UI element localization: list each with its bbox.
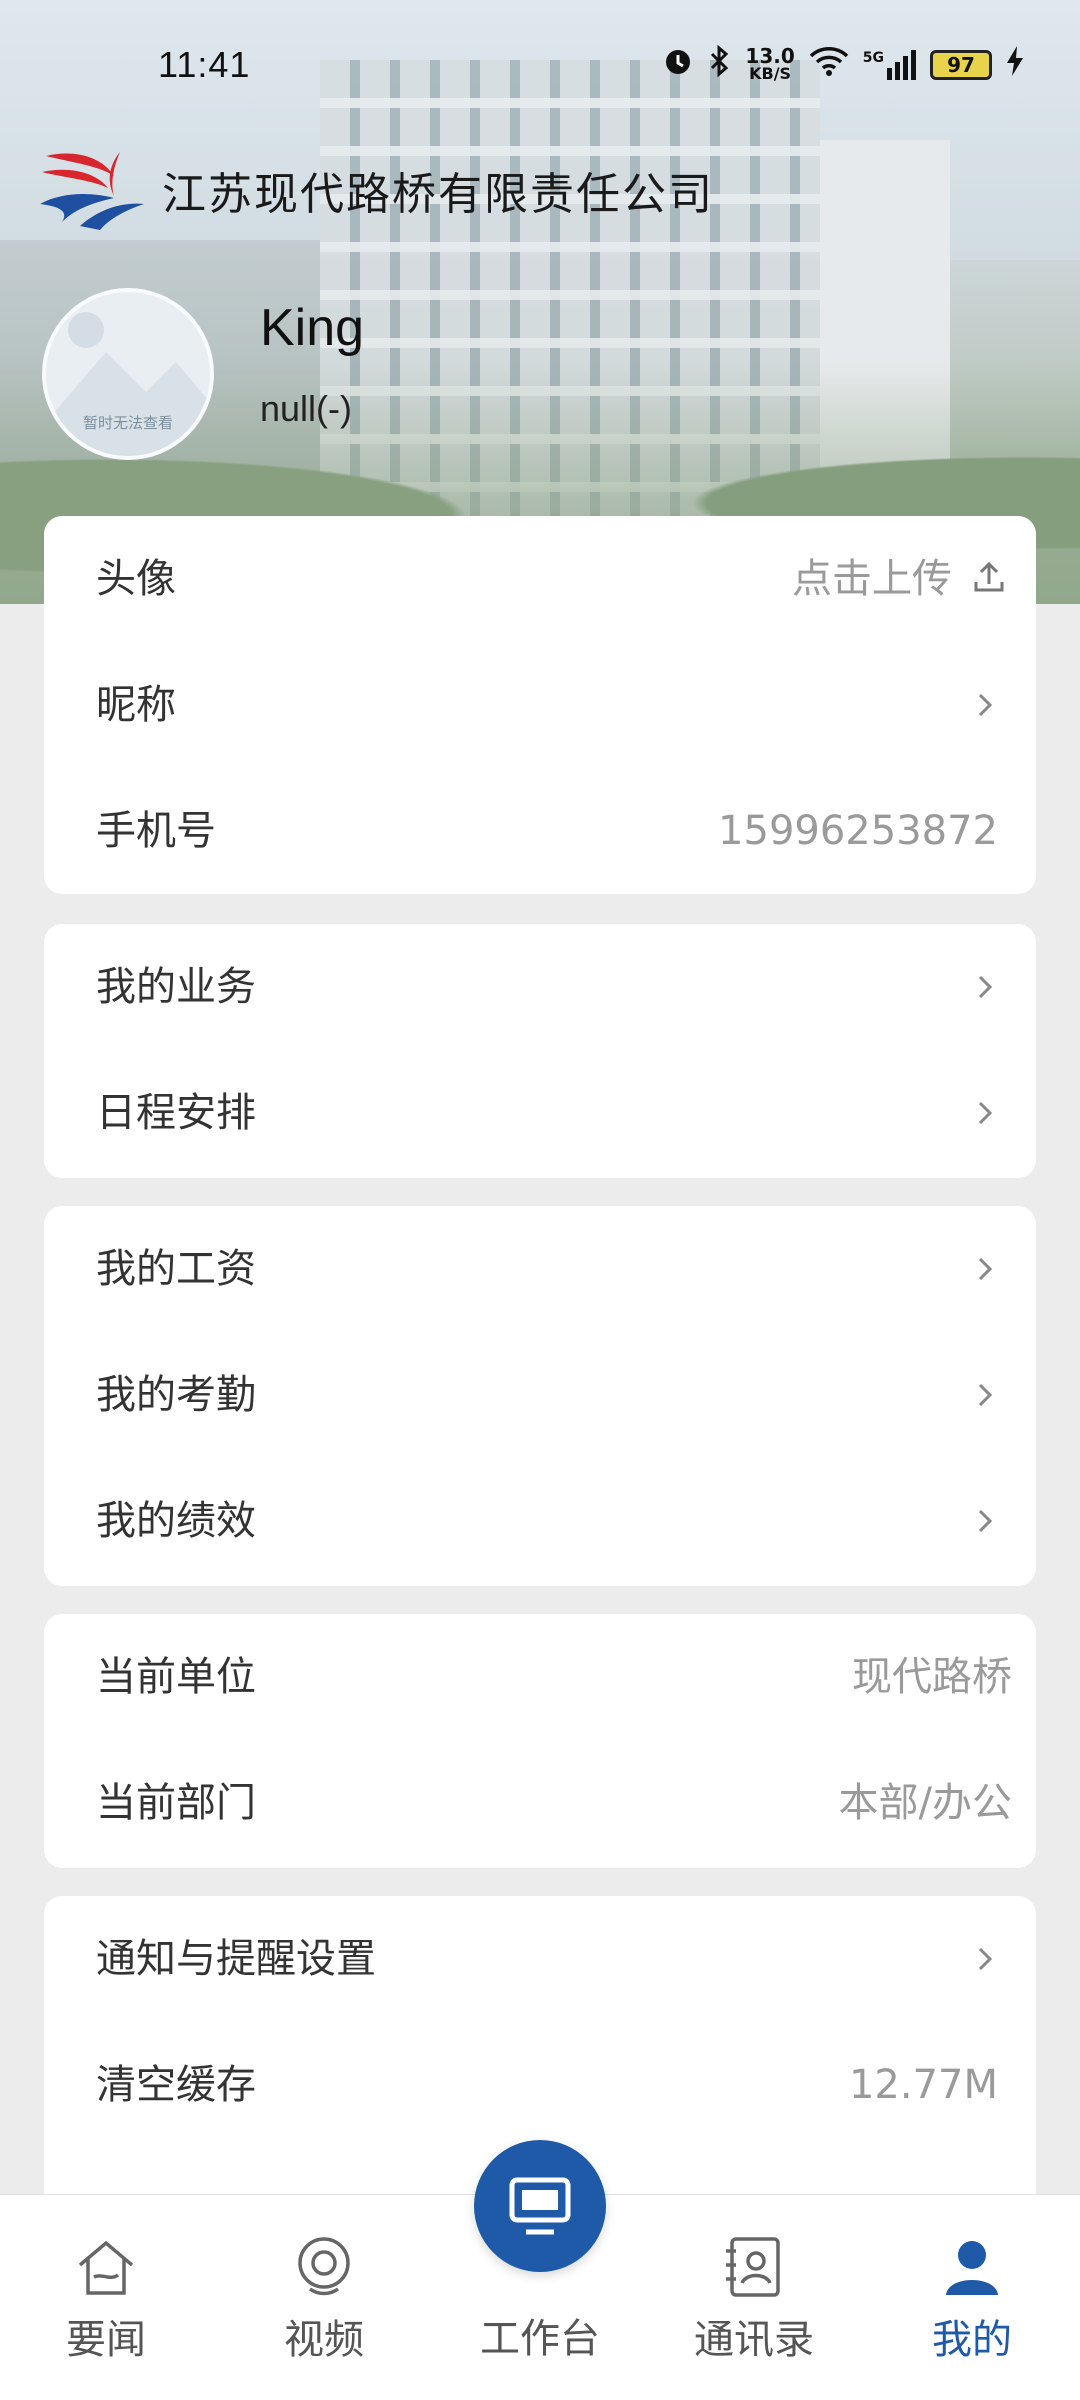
home-icon bbox=[78, 2240, 134, 2295]
avatar[interactable]: 暂时无法查看 bbox=[42, 288, 214, 460]
avatar-placeholder-icon bbox=[46, 312, 210, 456]
attendance-row[interactable]: 我的考勤 bbox=[44, 1332, 1036, 1458]
network-speed: 13.0 KB/S bbox=[745, 43, 795, 83]
row-label: 我的绩效 bbox=[96, 1498, 256, 1544]
company-name: 江苏现代路桥有限责任公司 bbox=[162, 169, 714, 220]
tab-mine[interactable]: 我的 bbox=[882, 2235, 1062, 2365]
row-label: 我的考勤 bbox=[96, 1372, 256, 1418]
tab-contacts[interactable]: 通讯录 bbox=[664, 2235, 844, 2365]
row-label: 手机号 bbox=[96, 808, 216, 854]
company-header: 江苏现代路桥有限责任公司 bbox=[40, 146, 714, 234]
row-label: 昵称 bbox=[96, 682, 176, 728]
avatar-upload-row[interactable]: 头像 点击上传 bbox=[44, 516, 1036, 642]
chevron-right-icon bbox=[978, 1383, 993, 1407]
upload-hint: 点击上传 bbox=[792, 556, 952, 602]
cache-size: 12.77M bbox=[848, 2062, 998, 2108]
current-unit-row: 当前单位 现代路桥 bbox=[44, 1614, 1036, 1740]
performance-row[interactable]: 我的绩效 bbox=[44, 1458, 1036, 1584]
clear-cache-row[interactable]: 清空缓存 12.77M bbox=[44, 2022, 1036, 2148]
salary-row[interactable]: 我的工资 bbox=[44, 1206, 1036, 1332]
row-label: 我的业务 bbox=[96, 964, 256, 1010]
chevron-right-icon bbox=[978, 975, 993, 999]
status-bar: 11:41 13.0 KB/S 5G 97 bbox=[0, 0, 1080, 130]
phone-number: 15996253872 bbox=[718, 808, 998, 854]
phone-row: 手机号 15996253872 bbox=[44, 768, 1036, 894]
chevron-right-icon bbox=[978, 1257, 993, 1281]
battery-indicator: 97 bbox=[930, 49, 992, 80]
cellular-signal-icon: 5G bbox=[863, 49, 916, 80]
row-label: 清空缓存 bbox=[96, 2062, 256, 2108]
status-time: 11:41 bbox=[158, 44, 251, 85]
monitor-icon bbox=[509, 2177, 571, 2235]
avatar-caption: 暂时无法查看 bbox=[82, 414, 173, 432]
current-unit-value: 现代路桥 bbox=[852, 1654, 1012, 1700]
camera-icon bbox=[298, 2237, 350, 2296]
tab-workbench-label[interactable]: 工作台 bbox=[440, 2306, 640, 2364]
account-card: 头像 点击上传 昵称 手机号 15996253872 bbox=[44, 516, 1036, 894]
contacts-book-icon bbox=[726, 2237, 780, 2297]
organization-card: 当前单位 现代路桥 当前部门 本部/办公 bbox=[44, 1614, 1036, 1868]
tab-label: 要闻 bbox=[66, 2317, 146, 2363]
charging-icon bbox=[1006, 46, 1024, 83]
alarm-icon bbox=[661, 44, 695, 85]
chevron-right-icon bbox=[978, 1947, 993, 1971]
hr-card: 我的工资 我的考勤 我的绩效 bbox=[44, 1206, 1036, 1586]
my-business-row[interactable]: 我的业务 bbox=[44, 924, 1036, 1050]
row-label: 当前部门 bbox=[96, 1780, 256, 1826]
user-icon bbox=[946, 2241, 998, 2295]
tab-label: 我的 bbox=[932, 2317, 1012, 2363]
current-dept-row: 当前部门 本部/办公 bbox=[44, 1740, 1036, 1866]
row-label: 通知与提醒设置 bbox=[96, 1936, 376, 1982]
company-logo-icon bbox=[40, 146, 144, 234]
tab-news[interactable]: 要闻 bbox=[16, 2235, 196, 2365]
business-card: 我的业务 日程安排 bbox=[44, 924, 1036, 1178]
row-label: 头像 bbox=[96, 556, 176, 602]
upload-icon bbox=[974, 561, 1004, 592]
tab-video[interactable]: 视频 bbox=[234, 2235, 414, 2365]
user-subtitle: null(-) bbox=[260, 388, 353, 429]
nickname-row[interactable]: 昵称 bbox=[44, 642, 1036, 768]
current-dept-value: 本部/办公 bbox=[838, 1780, 1012, 1826]
chevron-right-icon bbox=[978, 1101, 993, 1125]
chevron-right-icon bbox=[978, 1509, 993, 1533]
row-label: 日程安排 bbox=[96, 1090, 256, 1136]
workbench-button[interactable] bbox=[474, 2140, 606, 2272]
tab-label: 视频 bbox=[284, 2317, 364, 2363]
notification-settings-row[interactable]: 通知与提醒设置 bbox=[44, 1896, 1036, 2022]
row-label: 我的工资 bbox=[96, 1246, 256, 1292]
bluetooth-icon bbox=[709, 44, 731, 85]
user-name: King bbox=[260, 299, 365, 357]
row-label: 当前单位 bbox=[96, 1654, 256, 1700]
chevron-right-icon bbox=[978, 693, 993, 717]
schedule-row[interactable]: 日程安排 bbox=[44, 1050, 1036, 1176]
tab-label: 通讯录 bbox=[694, 2317, 814, 2363]
wifi-icon bbox=[809, 46, 849, 83]
